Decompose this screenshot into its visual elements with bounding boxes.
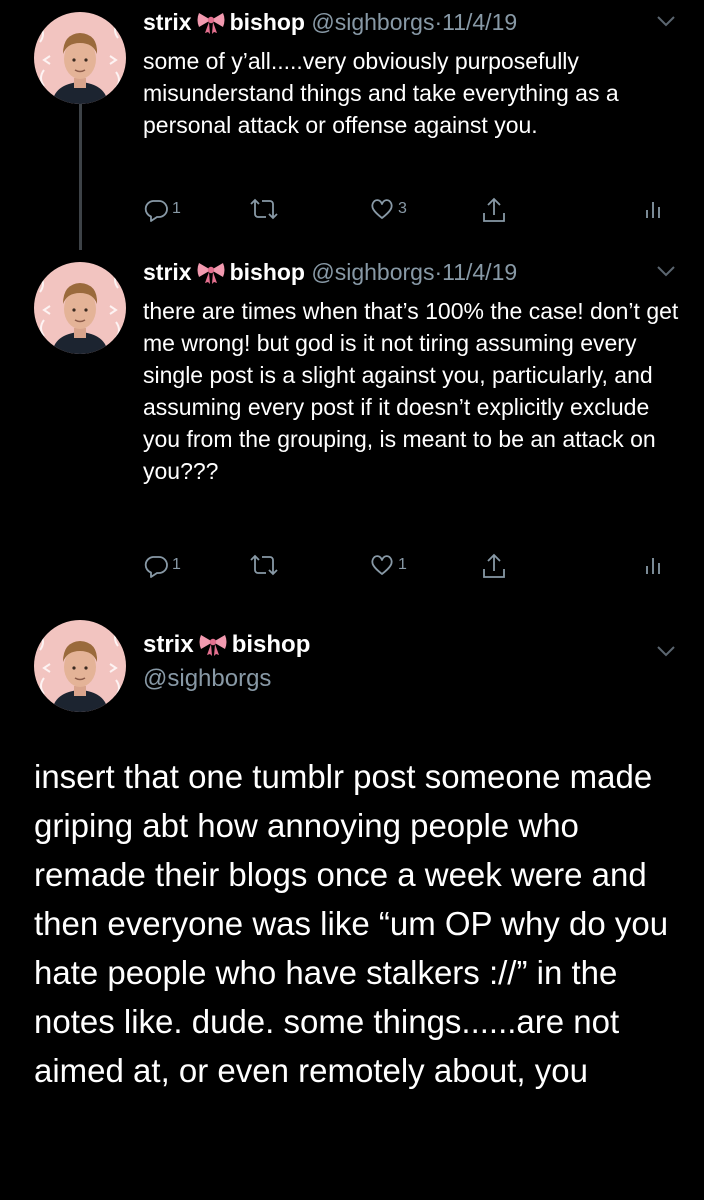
separator: · [434, 9, 443, 35]
action-bar: 1 1 [143, 552, 683, 582]
chevron-down-icon[interactable] [656, 14, 676, 28]
tweet-1[interactable]: strix bishop @sighborgs·11/4/19 some of y… [0, 0, 704, 250]
reply-button[interactable]: 1 [143, 196, 181, 222]
like-count: 1 [398, 556, 407, 573]
share-icon [481, 196, 507, 224]
timestamp[interactable]: 11/4/19 [442, 9, 517, 35]
tweet-header: strix bishop [143, 630, 310, 664]
share-button[interactable] [481, 552, 507, 580]
share-button[interactable] [481, 196, 507, 224]
action-bar: 1 3 [143, 196, 683, 226]
avatar[interactable] [34, 620, 126, 712]
ribbon-bow-icon [196, 260, 226, 290]
tweet-text: there are times when that’s 100% the cas… [143, 298, 679, 484]
chevron-down-icon[interactable] [656, 644, 676, 658]
tweet-header: strix bishop @sighborgs·11/4/19 [143, 258, 517, 290]
retweet-button[interactable] [249, 552, 282, 578]
ribbon-bow-icon [198, 632, 228, 664]
reply-count: 1 [172, 556, 181, 573]
avatar[interactable] [34, 262, 126, 354]
ribbon-bow-icon [196, 10, 226, 40]
analytics-button[interactable] [645, 196, 661, 222]
retweet-button[interactable] [249, 196, 282, 222]
analytics-icon [645, 552, 661, 578]
like-count: 3 [398, 200, 407, 217]
retweet-icon [249, 552, 279, 578]
tweet-header: strix bishop @sighborgs·11/4/19 [143, 8, 517, 40]
heart-icon [369, 552, 395, 578]
reply-icon [143, 196, 169, 222]
reply-icon [143, 552, 169, 578]
display-name-first[interactable]: strix [143, 9, 192, 35]
analytics-button[interactable] [645, 552, 661, 578]
handle[interactable]: @sighborgs [143, 664, 271, 694]
display-name-first[interactable]: strix [143, 259, 192, 285]
analytics-icon [645, 196, 661, 222]
avatar[interactable] [34, 12, 126, 104]
reply-count: 1 [172, 200, 181, 217]
like-button[interactable]: 3 [369, 196, 407, 222]
tweet-text: some of y’all.....very obviously purpose… [143, 48, 619, 138]
reply-button[interactable]: 1 [143, 552, 181, 578]
separator: · [434, 259, 443, 285]
display-name-second[interactable]: bishop [230, 9, 305, 35]
handle[interactable]: @sighborgs [311, 259, 434, 285]
display-name-first[interactable]: strix [143, 631, 194, 658]
like-button[interactable]: 1 [369, 552, 407, 578]
tweet-2[interactable]: strix bishop @sighborgs·11/4/19 there are… [0, 250, 704, 590]
timestamp[interactable]: 11/4/19 [442, 259, 517, 285]
display-name-second[interactable]: bishop [232, 631, 311, 658]
display-name-second[interactable]: bishop [230, 259, 305, 285]
handle[interactable]: @sighborgs [311, 9, 434, 35]
main-tweet-text: insert that one tumblr post someone made… [34, 758, 669, 1089]
retweet-icon [249, 196, 279, 222]
heart-icon [369, 196, 395, 222]
share-icon [481, 552, 507, 580]
chevron-down-icon[interactable] [656, 264, 676, 278]
